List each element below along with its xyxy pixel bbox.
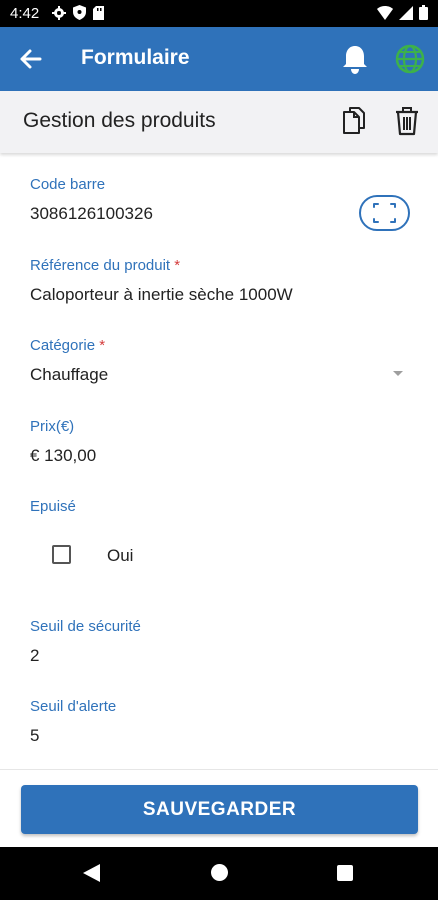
- back-button[interactable]: [16, 45, 46, 73]
- required-mark: *: [99, 337, 106, 354]
- category-select[interactable]: Chauffage: [30, 365, 108, 385]
- out-of-stock-label: Epuisé: [30, 498, 76, 515]
- safety-threshold-field[interactable]: 2: [30, 646, 39, 666]
- status-right-icons: [377, 5, 428, 20]
- scan-frame-icon: [373, 203, 396, 223]
- category-label-text: Catégorie: [30, 337, 96, 354]
- status-bar: 4:42: [0, 0, 438, 27]
- delete-button[interactable]: [394, 106, 420, 136]
- required-mark: *: [174, 257, 181, 274]
- globe-icon: [395, 44, 425, 74]
- bell-icon: [343, 46, 367, 74]
- duplicate-button[interactable]: [340, 106, 368, 136]
- barcode-field[interactable]: 3086126100326: [30, 204, 153, 224]
- notifications-button[interactable]: [340, 43, 370, 75]
- trash-icon: [396, 107, 418, 136]
- nav-home-icon[interactable]: [211, 864, 228, 881]
- app-bar: Formulaire: [0, 27, 438, 91]
- status-left-icons: [52, 5, 104, 20]
- out-of-stock-option-label[interactable]: Oui: [107, 546, 133, 566]
- alert-threshold-label: Seuil d'alerte: [30, 698, 117, 715]
- shield-icon: [73, 5, 86, 20]
- price-label: Prix(€): [30, 418, 75, 435]
- battery-icon: [419, 5, 428, 20]
- alert-threshold-field[interactable]: 5: [30, 726, 39, 746]
- page-title: Formulaire: [81, 46, 190, 69]
- barcode-label: Code barre: [30, 176, 106, 193]
- status-time: 4:42: [10, 5, 40, 22]
- sd-card-icon: [93, 5, 104, 20]
- scan-barcode-button[interactable]: [359, 195, 410, 231]
- copy-icon: [343, 107, 365, 134]
- signal-icon: [399, 5, 413, 20]
- form-header: Gestion des produits: [0, 91, 438, 153]
- safety-threshold-label: Seuil de sécurité: [30, 618, 141, 635]
- category-label: Catégorie *: [30, 337, 105, 354]
- system-nav-bar: [0, 847, 438, 900]
- language-button[interactable]: [393, 42, 427, 76]
- price-field[interactable]: € 130,00: [30, 446, 96, 466]
- save-button[interactable]: SAUVEGARDER: [21, 785, 418, 834]
- form-title: Gestion des produits: [23, 109, 216, 132]
- gear-icon: [52, 5, 66, 20]
- out-of-stock-checkbox[interactable]: [52, 545, 71, 564]
- wifi-icon: [377, 5, 393, 20]
- reference-field[interactable]: Caloporteur à inertie sèche 1000W: [30, 285, 293, 305]
- nav-back-icon[interactable]: [83, 864, 100, 882]
- nav-recents-icon[interactable]: [337, 865, 353, 881]
- chevron-down-icon[interactable]: [393, 371, 403, 376]
- reference-label-text: Référence du produit: [30, 257, 171, 274]
- arrow-left-icon: [20, 49, 42, 69]
- reference-label: Référence du produit *: [30, 257, 180, 274]
